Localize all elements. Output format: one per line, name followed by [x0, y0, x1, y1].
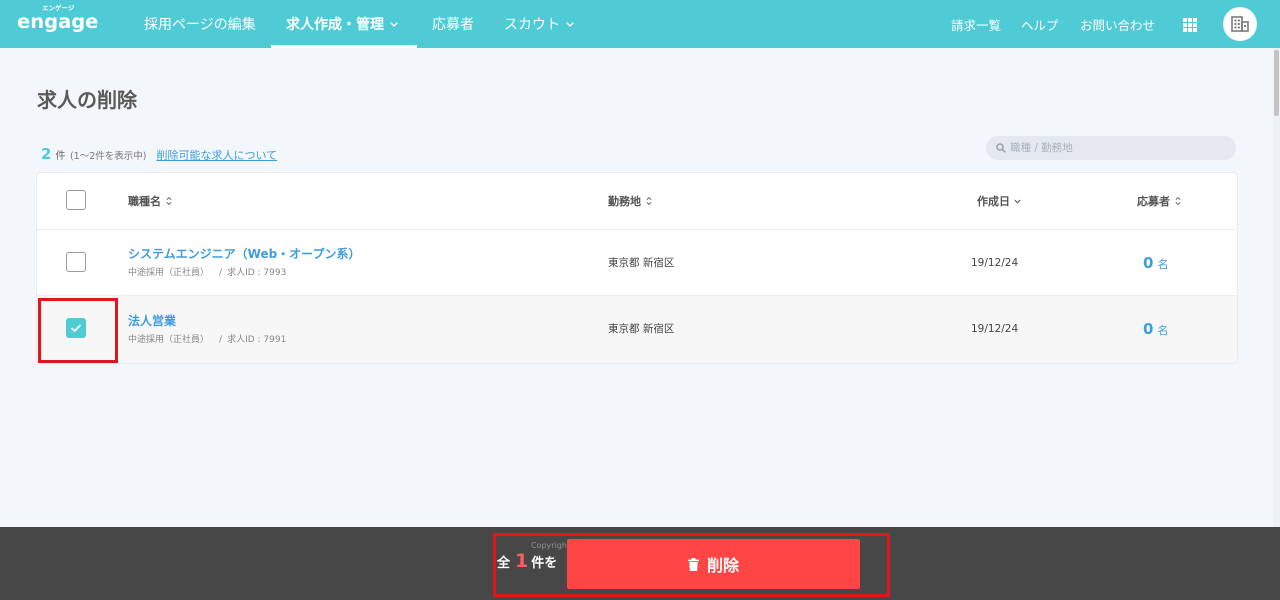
selected-prefix: 全 [497, 556, 511, 571]
job-meta: 中途採用（正社員） / 求人ID : 7991 [128, 334, 286, 346]
table-header-row: 職種名 勤務地 作成日 応募者 [37, 173, 1237, 230]
applicant-count-link[interactable]: 0 名 [1143, 320, 1168, 338]
delete-button-label: 削除 [706, 556, 739, 575]
job-created-date: 19/12/24 [971, 323, 1019, 335]
column-header-job-title[interactable]: 職種名 [128, 173, 172, 229]
engage-logo[interactable]: エンゲージ engage [16, 0, 102, 48]
select-all-checkbox[interactable] [66, 190, 86, 210]
vertical-scrollbar[interactable] [1273, 48, 1280, 527]
nav-item-applicants[interactable]: 応募者 [417, 0, 489, 48]
check-icon [70, 324, 82, 333]
deletable-jobs-help-link[interactable]: 削除可能な求人について [156, 147, 277, 163]
column-header-label: 応募者 [1137, 195, 1170, 208]
applicant-count-link[interactable]: 0 名 [1143, 254, 1168, 272]
account-avatar[interactable] [1223, 7, 1257, 41]
delete-button[interactable]: 削除 [567, 539, 860, 589]
logo-wordmark: engage [17, 10, 99, 33]
scrollbar-thumb[interactable] [1274, 50, 1279, 116]
chevron-down-icon [1014, 199, 1021, 204]
nav-item-job-management[interactable]: 求人作成・管理 [271, 0, 417, 48]
page-title: 求人の削除 [37, 88, 137, 112]
job-table: 職種名 勤務地 作成日 応募者 システムエンジニア（Web・オープン系） 中途採… [37, 173, 1237, 363]
row-checkbox[interactable] [66, 252, 86, 272]
link-invoices[interactable]: 請求一覧 [951, 0, 1001, 48]
job-meta: 中途採用（正社員） / 求人ID : 7993 [128, 267, 286, 279]
link-contact[interactable]: お問い合わせ [1080, 0, 1155, 48]
job-title-link[interactable]: システムエンジニア（Web・オープン系） [128, 246, 360, 262]
nav-item-label: 応募者 [432, 17, 474, 33]
column-header-label: 職種名 [128, 195, 161, 208]
employment-type: 中途採用（正社員） [128, 268, 210, 278]
row-checkbox[interactable] [66, 318, 86, 338]
nav-item-label: スカウト [504, 17, 560, 33]
nav-item-career-page-edit[interactable]: 採用ページの編集 [129, 0, 271, 48]
search-input[interactable] [1010, 138, 1230, 158]
meta-separator: / [219, 268, 223, 278]
applicant-count: 0 [1143, 320, 1154, 338]
chevron-down-icon [390, 21, 398, 27]
table-row: 法人営業 中途採用（正社員） / 求人ID : 7991 東京都 新宿区 19/… [37, 296, 1237, 363]
trash-icon [687, 557, 699, 571]
result-range: (1～2件を表示中) [69, 151, 147, 162]
result-count: 2 [41, 145, 52, 163]
sort-icon [166, 196, 172, 206]
meta-separator: / [219, 335, 223, 345]
nav-item-label: 求人作成・管理 [286, 17, 384, 33]
grid-icon[interactable] [1183, 17, 1197, 32]
job-id: 求人ID : 7993 [227, 268, 287, 278]
employment-type: 中途採用（正社員） [128, 335, 210, 345]
top-navigation-bar: エンゲージ engage 採用ページの編集 求人作成・管理 応募者 スカウト 請… [0, 0, 1280, 48]
column-header-label: 作成日 [977, 195, 1010, 208]
job-title-link[interactable]: 法人営業 [128, 313, 176, 329]
nav-item-scout[interactable]: スカウト [489, 0, 590, 48]
building-icon [1231, 16, 1249, 32]
selected-count-summary: 全 1 件を [497, 550, 557, 574]
applicant-count: 0 [1143, 254, 1154, 272]
chevron-down-icon [566, 21, 574, 27]
selected-count: 1 [515, 550, 529, 572]
link-help[interactable]: ヘルプ [1021, 0, 1059, 48]
selected-suffix: 件を [531, 556, 558, 571]
search-icon [996, 143, 1006, 153]
applicant-unit: 名 [1157, 258, 1169, 271]
applicant-unit: 名 [1157, 324, 1169, 337]
result-unit: 件 [55, 151, 66, 162]
result-summary: 2 件 (1～2件を表示中) 削除可能な求人について [41, 145, 277, 163]
job-location: 東京都 新宿区 [608, 257, 675, 269]
table-row: システムエンジニア（Web・オープン系） 中途採用（正社員） / 求人ID : … [37, 230, 1237, 296]
column-header-applicants[interactable]: 応募者 [1137, 173, 1181, 229]
column-header-created-date[interactable]: 作成日 [977, 173, 1021, 229]
sort-icon [1175, 196, 1181, 206]
job-id: 求人ID : 7991 [227, 335, 287, 345]
column-header-label: 勤務地 [608, 195, 641, 208]
nav-item-label: 採用ページの編集 [144, 17, 256, 33]
job-location: 東京都 新宿区 [608, 323, 675, 335]
job-created-date: 19/12/24 [971, 257, 1019, 269]
column-header-location[interactable]: 勤務地 [608, 173, 652, 229]
search-box[interactable] [986, 136, 1236, 160]
sort-icon [646, 196, 652, 206]
